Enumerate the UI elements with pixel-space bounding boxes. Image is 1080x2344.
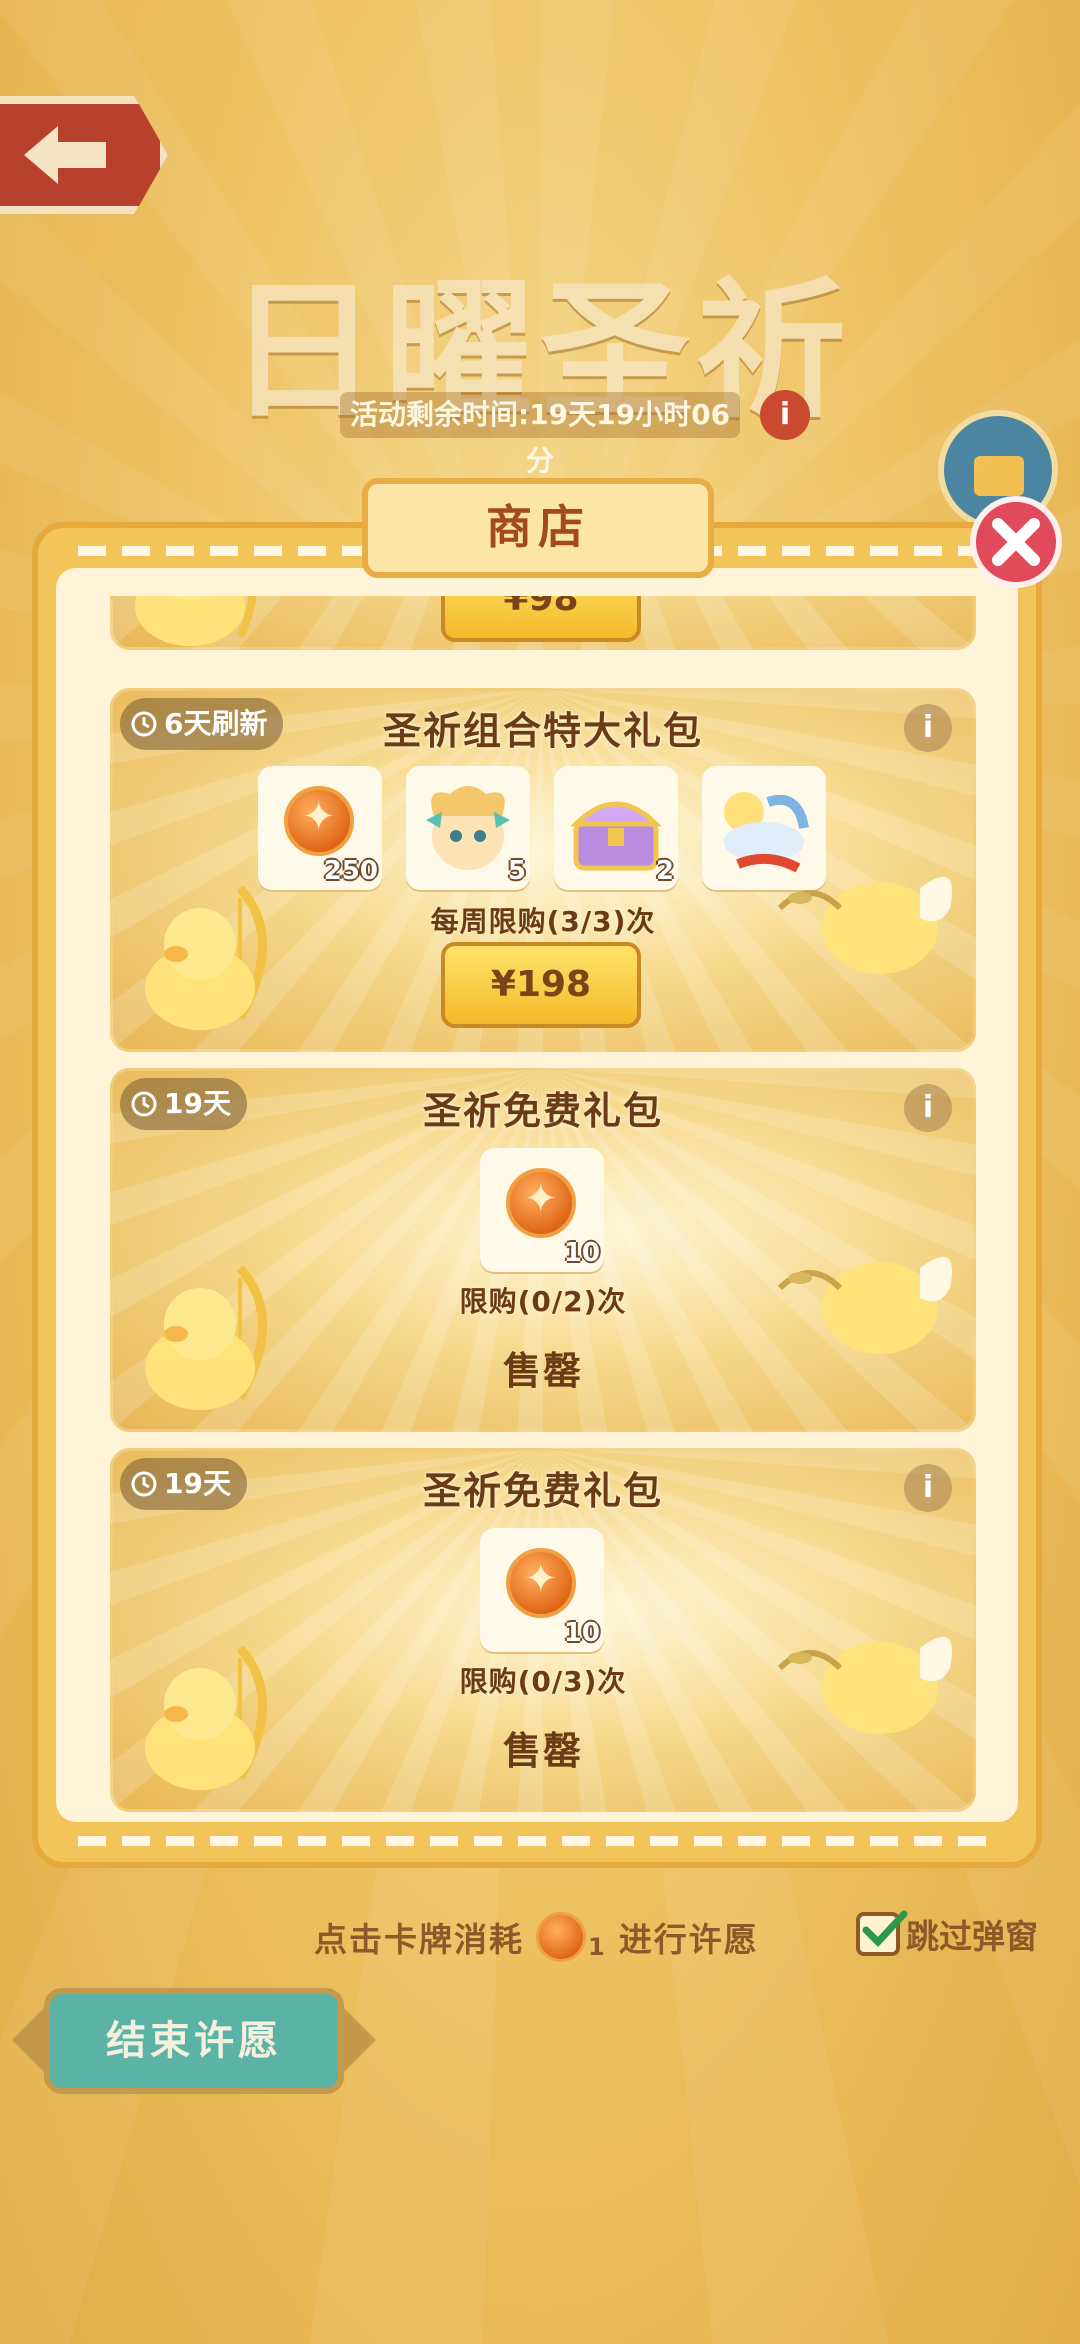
hint-suffix: 进行许愿 bbox=[618, 1920, 759, 1959]
duck-harp-icon bbox=[135, 596, 257, 646]
item-qty: 250 bbox=[323, 856, 378, 886]
item-character[interactable]: 5 bbox=[406, 766, 530, 890]
back-button[interactable] bbox=[0, 96, 168, 214]
item-qty: 5 bbox=[507, 856, 526, 886]
item-prayer-coin[interactable]: 10 bbox=[480, 1148, 604, 1272]
shop-card-combo-pack: 6天刷新 圣祈组合特大礼包 i 250 5 2 bbox=[110, 688, 976, 1052]
item-qty: 2 bbox=[655, 856, 674, 886]
item-prayer-coin[interactable]: 10 bbox=[480, 1528, 604, 1652]
close-icon bbox=[992, 518, 1040, 566]
event-info-icon[interactable]: i bbox=[760, 390, 810, 440]
price-button-partial[interactable]: ¥98 bbox=[441, 596, 641, 642]
item-qty: 10 bbox=[563, 1238, 600, 1268]
card-title: 圣祈免费礼包 bbox=[422, 1089, 663, 1133]
angel-duck-icon bbox=[777, 876, 952, 974]
end-wish-label: 结束许愿 bbox=[44, 1988, 344, 2094]
price-button[interactable]: ¥198 bbox=[441, 942, 641, 1028]
shop-card-free-pack-1: 19天 圣祈免费礼包 i 10 限购(0/2)次 售罄 bbox=[110, 1068, 976, 1432]
end-wish-button[interactable]: 结束许愿 bbox=[12, 1988, 376, 2094]
item-qty: 10 bbox=[563, 1618, 600, 1648]
prayer-coin-icon bbox=[536, 1912, 586, 1962]
info-icon[interactable]: i bbox=[904, 1084, 952, 1132]
panel-border-dashes bbox=[78, 1836, 996, 1846]
close-button[interactable] bbox=[970, 496, 1062, 588]
check-icon bbox=[862, 1910, 908, 1948]
checkbox[interactable] bbox=[856, 1910, 908, 1956]
hint-prefix: 点击卡牌消耗 bbox=[314, 1920, 524, 1959]
angel-duck-icon bbox=[777, 1256, 952, 1354]
angel-duck-icon bbox=[777, 1636, 952, 1734]
duck-harp-icon bbox=[145, 1644, 267, 1790]
hint-cost: 1 bbox=[588, 1933, 607, 1961]
shop-title: 商店 bbox=[362, 478, 714, 578]
treasure-chest-icon bbox=[569, 801, 663, 871]
shop-list[interactable]: ¥98 6天刷新 圣祈组合特大礼包 i 250 5 bbox=[110, 596, 976, 1814]
skip-popup-toggle[interactable]: 跳过弹窗 bbox=[856, 1910, 1038, 1958]
prayer-coin-icon bbox=[284, 786, 354, 856]
arrow-left-icon bbox=[24, 126, 106, 184]
card-title: 圣祈免费礼包 bbox=[422, 1469, 663, 1513]
info-icon[interactable]: i bbox=[904, 704, 952, 752]
shop-card-free-pack-2: 19天 圣祈免费礼包 i 10 限购(0/3)次 售罄 bbox=[110, 1448, 976, 1812]
duck-harp-icon bbox=[145, 884, 267, 1030]
prayer-coin-icon bbox=[506, 1548, 576, 1618]
duck-harp-icon bbox=[145, 1264, 267, 1410]
wish-hint: 点击卡牌消耗 1 进行许愿 bbox=[314, 1912, 759, 1962]
skip-label: 跳过弹窗 bbox=[906, 1917, 1038, 1956]
character-avatar-icon bbox=[426, 786, 510, 870]
item-treasure-chest[interactable]: 2 bbox=[554, 766, 678, 890]
shop-card-partial: ¥98 bbox=[110, 596, 976, 650]
info-icon[interactable]: i bbox=[904, 1464, 952, 1512]
prayer-coin-icon bbox=[506, 1168, 576, 1238]
card-title: 圣祈组合特大礼包 bbox=[382, 709, 703, 753]
event-timer: 活动剩余时间:19天19小时06分 bbox=[340, 392, 740, 477]
